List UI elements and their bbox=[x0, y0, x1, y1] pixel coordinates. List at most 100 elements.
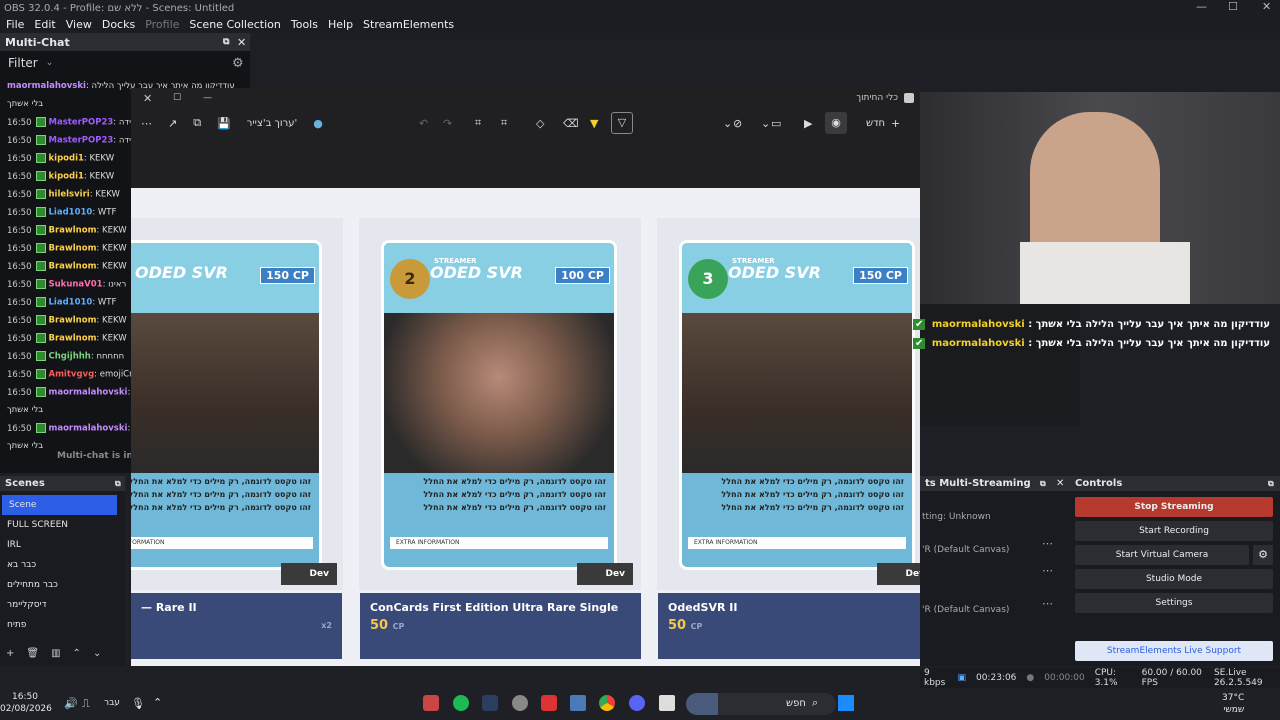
text-actions-icon[interactable]: ⌗ bbox=[475, 116, 481, 130]
menu-edit[interactable]: Edit bbox=[34, 18, 55, 31]
gear-icon[interactable]: ⚙ bbox=[232, 56, 244, 71]
new-snip-label[interactable]: חדש bbox=[866, 118, 885, 129]
start-recording-button[interactable]: Start Recording bbox=[1075, 521, 1273, 541]
video-icon[interactable]: ▶ bbox=[804, 117, 812, 130]
chat-user[interactable]: Brawlnom bbox=[49, 262, 97, 272]
scene-item[interactable]: פתיח bbox=[0, 615, 125, 635]
scene-item[interactable]: FULL SCREEN bbox=[0, 515, 125, 535]
scene-item[interactable]: כבר מתחילים bbox=[0, 575, 125, 595]
chat-user[interactable]: MasterPOP23 bbox=[49, 118, 114, 128]
chat-user[interactable]: MasterPOP23 bbox=[49, 136, 114, 146]
network-icon[interactable]: ⎍ bbox=[82, 697, 90, 711]
filter-icon[interactable]: ▥ bbox=[51, 648, 60, 659]
scene-item[interactable]: דיסקליימר bbox=[0, 595, 125, 615]
redo-icon[interactable]: ↷ bbox=[443, 117, 452, 130]
chrome-icon[interactable] bbox=[599, 695, 615, 711]
menu-view[interactable]: View bbox=[66, 18, 92, 31]
volume-icon[interactable]: 🔊 bbox=[64, 697, 78, 710]
settings-button[interactable]: Settings bbox=[1075, 593, 1273, 613]
pen-icon[interactable]: ▽ bbox=[611, 112, 633, 134]
chat-user[interactable]: SukunaV01 bbox=[49, 280, 103, 290]
minimize-icon[interactable]: — bbox=[1196, 0, 1207, 13]
menu-profile[interactable]: Profile bbox=[145, 18, 179, 31]
paint-icon[interactable]: ● bbox=[313, 117, 323, 130]
card-title-tile[interactable]: OdedSVR II 50 CP bbox=[658, 593, 920, 659]
scene-item[interactable]: כבר בא bbox=[0, 555, 125, 575]
chat-user[interactable]: Liad1010 bbox=[49, 298, 93, 308]
add-scene-icon[interactable]: + bbox=[6, 648, 14, 659]
trash-icon[interactable]: 🗑 bbox=[26, 648, 39, 659]
chat-user[interactable]: kipodi1 bbox=[49, 172, 84, 182]
chevron-up-icon[interactable]: ⌃ bbox=[73, 648, 81, 659]
menu-tools[interactable]: Tools bbox=[291, 18, 318, 31]
windows-start-icon[interactable] bbox=[838, 695, 854, 711]
chat-user[interactable]: kipodi1 bbox=[49, 154, 84, 164]
chat-user[interactable]: Brawlnom bbox=[49, 244, 97, 254]
more-icon[interactable]: ⋯ bbox=[1042, 597, 1053, 610]
crop-icon[interactable]: ⌗ bbox=[501, 116, 507, 130]
filter-label[interactable]: Filter bbox=[8, 56, 38, 70]
menu-docks[interactable]: Docks bbox=[102, 18, 135, 31]
chat-user[interactable]: maormalahovski bbox=[49, 424, 128, 434]
timer-off-icon[interactable]: ⊘ bbox=[733, 117, 742, 130]
undo-icon[interactable]: ↶ bbox=[419, 117, 428, 130]
language-indicator[interactable]: עבר bbox=[104, 698, 120, 708]
chat-user[interactable]: Chgijhhh bbox=[49, 352, 91, 362]
close-icon[interactable]: ✕ bbox=[1262, 0, 1271, 13]
discord-icon[interactable] bbox=[629, 695, 645, 711]
undock-icon[interactable]: ⧉ bbox=[115, 479, 121, 489]
calculator-icon[interactable] bbox=[570, 695, 586, 711]
eraser-icon[interactable]: ⌫ bbox=[563, 117, 579, 130]
more-icon[interactable]: ⋯ bbox=[1042, 537, 1053, 550]
live-support-button[interactable]: StreamElements Live Support bbox=[1075, 641, 1273, 661]
menu-streamelements[interactable]: StreamElements bbox=[363, 18, 454, 31]
weather-widget[interactable]: 37°C שמשי bbox=[1222, 692, 1244, 716]
menu-file[interactable]: File bbox=[6, 18, 24, 31]
gear-icon[interactable]: ⚙ bbox=[1253, 545, 1273, 565]
stop-streaming-button[interactable]: Stop Streaming bbox=[1075, 497, 1273, 517]
chat-user[interactable]: maormalahovski bbox=[7, 81, 86, 91]
chevron-down-icon[interactable]: ⌄ bbox=[723, 117, 732, 130]
filter-row[interactable]: Filter ⌄ ⚙ bbox=[0, 51, 250, 75]
chat-user[interactable]: Brawlnom bbox=[49, 226, 97, 236]
chat-user[interactable]: Liad1010 bbox=[49, 208, 93, 218]
chat-user[interactable]: hilelsviri bbox=[49, 190, 90, 200]
chat-user[interactable]: Brawlnom bbox=[49, 316, 97, 326]
card-title-tile[interactable]: ConCards First Edition Ultra Rare Single… bbox=[360, 593, 641, 659]
obs-taskbar-icon[interactable] bbox=[423, 695, 439, 711]
plus-icon[interactable]: + bbox=[891, 117, 900, 130]
menu-help[interactable]: Help bbox=[328, 18, 353, 31]
save-icon[interactable]: 💾 bbox=[217, 117, 231, 130]
copy-icon[interactable]: ⧉ bbox=[193, 116, 201, 130]
maximize-icon[interactable]: ☐ bbox=[1228, 0, 1238, 13]
close-dock-icon[interactable]: ✕ bbox=[1056, 478, 1064, 489]
settings-app-icon[interactable] bbox=[512, 695, 528, 711]
close-icon[interactable]: ✕ bbox=[143, 92, 152, 105]
shapes-icon[interactable]: ◇ bbox=[536, 117, 544, 130]
search-box[interactable]: חפש ⌕ bbox=[686, 693, 836, 715]
more-icon[interactable]: ⋯ bbox=[1042, 564, 1053, 577]
chevron-down-icon[interactable]: ⌄ bbox=[761, 117, 770, 130]
file-explorer-icon[interactable] bbox=[659, 695, 675, 711]
chat-user[interactable]: maormalahovski bbox=[49, 388, 128, 398]
chat-user[interactable]: Brawlnom bbox=[49, 334, 97, 344]
minimize-icon[interactable]: — bbox=[203, 93, 212, 103]
maximize-icon[interactable]: ☐ bbox=[173, 93, 181, 103]
studio-mode-button[interactable]: Studio Mode bbox=[1075, 569, 1273, 589]
menu-scene-collection[interactable]: Scene Collection bbox=[189, 18, 280, 31]
chevron-down-icon[interactable]: ⌄ bbox=[46, 58, 54, 68]
steam-icon[interactable] bbox=[482, 695, 498, 711]
undock-icon[interactable]: ⧉ bbox=[223, 37, 229, 47]
camera-icon[interactable]: ◉ bbox=[825, 112, 847, 134]
chevron-up-icon[interactable]: ⌃ bbox=[153, 696, 162, 709]
highlighter-icon[interactable]: ▼ bbox=[590, 117, 598, 130]
rectangle-mode-icon[interactable]: ▭ bbox=[771, 117, 781, 130]
mic-icon[interactable]: 🎙 bbox=[131, 697, 145, 710]
share-icon[interactable]: ↗ bbox=[168, 117, 177, 130]
undock-icon[interactable]: ⧉ bbox=[1040, 479, 1046, 489]
more-icon[interactable]: ⋯ bbox=[141, 117, 152, 130]
chat-user[interactable]: Amitvgvg bbox=[49, 370, 95, 380]
close-dock-icon[interactable]: ✕ bbox=[237, 36, 246, 49]
app-icon[interactable] bbox=[541, 695, 557, 711]
scene-item[interactable]: Scene bbox=[2, 495, 117, 515]
